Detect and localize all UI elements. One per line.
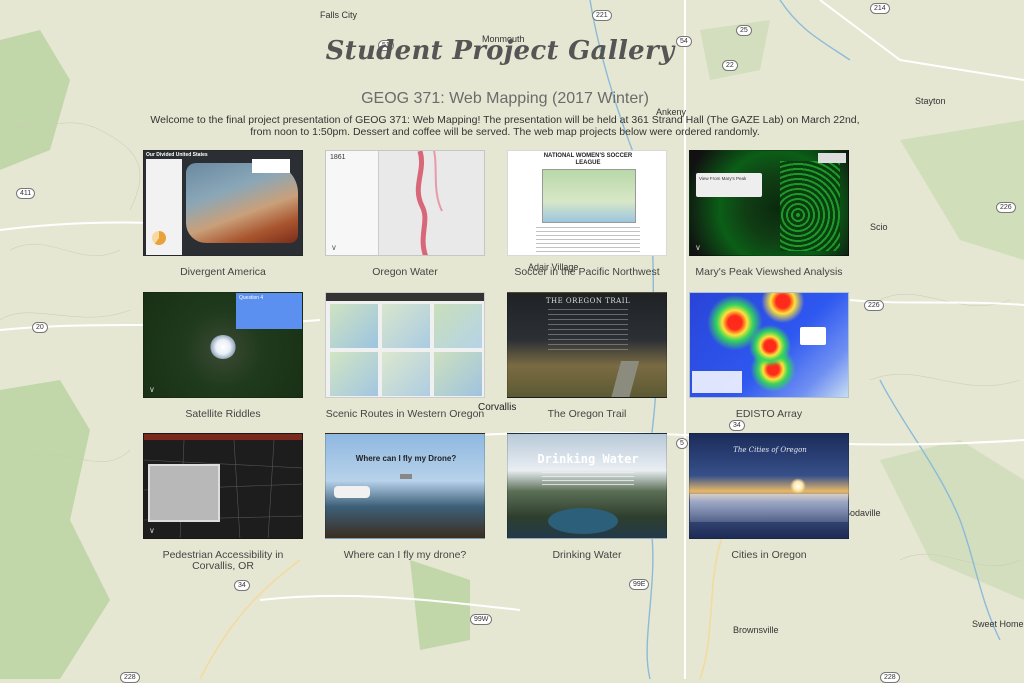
route-shield: 5 bbox=[676, 438, 688, 449]
project-title[interactable]: Satellite Riddles bbox=[143, 409, 303, 420]
thumb-drone bbox=[334, 486, 370, 498]
project-title[interactable]: Where can I fly my drone? bbox=[325, 550, 485, 561]
project-thumbnail[interactable]: Where can I fly my Drone? bbox=[325, 433, 485, 539]
thumb-text-panel bbox=[326, 151, 379, 255]
project-title[interactable]: Pedestrian Accessibility in Corvallis, O… bbox=[143, 550, 303, 572]
route-shield: 34 bbox=[234, 580, 250, 591]
route-shield: 20 bbox=[32, 322, 48, 333]
thumb-heading: Where can I fly my Drone? bbox=[355, 454, 457, 463]
chevron-down-icon[interactable]: ∨ bbox=[695, 243, 701, 252]
chevron-down-icon[interactable]: ∨ bbox=[149, 526, 155, 535]
route-shield: 214 bbox=[870, 3, 890, 14]
thumb-heading: View From Mary's Peak bbox=[699, 176, 747, 181]
thumb-caption-box bbox=[692, 371, 742, 393]
project-thumbnail[interactable]: Our Divided United States bbox=[143, 150, 303, 256]
project-card[interactable]: Scenic Routes in Western Oregon bbox=[325, 292, 485, 420]
route-shield: 228 bbox=[880, 672, 900, 683]
thumb-lake bbox=[548, 508, 618, 534]
map-place-label: Sodaville bbox=[844, 508, 881, 518]
project-thumbnail[interactable]: View From Mary's Peak ∨ bbox=[689, 150, 849, 256]
project-title[interactable]: Scenic Routes in Western Oregon bbox=[325, 409, 485, 420]
thumb-popup bbox=[800, 327, 826, 345]
project-title[interactable]: Oregon Water bbox=[325, 267, 485, 278]
project-thumbnail[interactable] bbox=[689, 292, 849, 398]
project-card[interactable]: Our Divided United States Divergent Amer… bbox=[143, 150, 303, 278]
thumb-button bbox=[400, 474, 412, 479]
thumb-viewshed bbox=[780, 161, 840, 251]
project-thumbnail[interactable]: NATIONAL WOMEN'S SOCCER LEAGUE bbox=[507, 150, 667, 256]
project-thumbnail[interactable]: 1861 ∨ bbox=[325, 150, 485, 256]
thumb-topbar bbox=[326, 293, 484, 301]
route-shield: 34 bbox=[729, 420, 745, 431]
project-card[interactable]: THE OREGON TRAIL The Oregon Trail bbox=[507, 292, 667, 420]
project-title[interactable]: EDISTO Array bbox=[689, 409, 849, 420]
project-title[interactable]: Soccer in the Pacific Northwest bbox=[507, 267, 667, 278]
project-title[interactable]: Drinking Water bbox=[507, 550, 667, 561]
project-card[interactable]: View From Mary's Peak ∨ Mary's Peak View… bbox=[689, 150, 849, 278]
thumb-inset-map bbox=[148, 464, 220, 522]
thumb-text-lines bbox=[542, 468, 634, 488]
thumb-heading: 1861 bbox=[330, 154, 346, 161]
thumb-trail-road bbox=[610, 361, 640, 397]
chevron-down-icon[interactable]: ∨ bbox=[331, 243, 337, 252]
project-card[interactable]: EDISTO Array bbox=[689, 292, 849, 420]
project-thumbnail[interactable]: The Cities of Oregon bbox=[689, 433, 849, 539]
route-shield: 226 bbox=[864, 300, 884, 311]
route-shield: 99W bbox=[470, 614, 493, 625]
thumb-text-lines bbox=[548, 309, 628, 353]
project-card[interactable]: Drinking Water Drinking Water bbox=[507, 433, 667, 561]
route-shield: 221 bbox=[592, 10, 612, 21]
thumb-text-lines bbox=[536, 227, 640, 253]
project-card[interactable]: NATIONAL WOMEN'S SOCCER LEAGUE Soccer in… bbox=[507, 150, 667, 278]
route-shield: 411 bbox=[16, 188, 36, 199]
thumb-legend bbox=[818, 153, 846, 163]
project-card[interactable]: ∨ Pedestrian Accessibility in Corvallis,… bbox=[143, 433, 303, 572]
project-card[interactable]: The Cities of Oregon Cities in Oregon bbox=[689, 433, 849, 561]
project-card[interactable]: Where can I fly my Drone? Where can I fl… bbox=[325, 433, 485, 561]
thumb-fog bbox=[690, 494, 848, 522]
thumb-heading: THE OREGON TRAIL bbox=[545, 297, 631, 305]
project-thumbnail[interactable]: Question 4 ∨ bbox=[143, 292, 303, 398]
route-shield: 99E bbox=[629, 579, 650, 590]
page-title: Student Project Gallery bbox=[325, 36, 675, 66]
map-place-label: Falls City bbox=[320, 10, 358, 20]
thumb-river-map bbox=[415, 151, 443, 255]
thumb-sun bbox=[790, 478, 806, 494]
project-title[interactable]: Cities in Oregon bbox=[689, 550, 849, 561]
map-place-label: Brownsville bbox=[733, 625, 779, 635]
project-thumbnail[interactable]: Drinking Water bbox=[507, 433, 667, 539]
thumb-heading: The Cities of Oregon bbox=[733, 446, 807, 454]
thumb-snow-peak bbox=[210, 335, 236, 359]
thumb-heading: Question 4 bbox=[239, 295, 264, 301]
project-card[interactable]: 1861 ∨ Oregon Water bbox=[325, 150, 485, 278]
map-place-label: Scio bbox=[870, 222, 888, 232]
thumb-heading: NATIONAL WOMEN'S SOCCER LEAGUE bbox=[543, 153, 633, 166]
route-shield: 228 bbox=[120, 672, 140, 683]
project-thumbnail[interactable]: THE OREGON TRAIL bbox=[507, 292, 667, 398]
thumb-us-map bbox=[186, 163, 298, 243]
intro-paragraph: Welcome to the final project presentatio… bbox=[150, 114, 860, 138]
thumb-heading: Our Divided United States bbox=[146, 152, 208, 158]
map-place-label: Sweet Home bbox=[972, 619, 1024, 629]
thumb-pie-chart bbox=[152, 231, 166, 245]
thumb-legend bbox=[252, 159, 290, 173]
thumb-us-map bbox=[542, 169, 636, 223]
project-title[interactable]: Mary's Peak Viewshed Analysis bbox=[689, 267, 849, 278]
route-shield: 25 bbox=[736, 25, 752, 36]
project-title[interactable]: Divergent America bbox=[143, 267, 303, 278]
project-card[interactable]: Question 4 ∨ Satellite Riddles bbox=[143, 292, 303, 420]
thumb-map-grid bbox=[330, 304, 482, 396]
chevron-down-icon[interactable]: ∨ bbox=[149, 385, 155, 394]
project-title[interactable]: The Oregon Trail bbox=[507, 409, 667, 420]
course-subtitle: GEOG 371: Web Mapping (2017 Winter) bbox=[361, 90, 649, 107]
project-thumbnail[interactable]: ∨ bbox=[143, 433, 303, 539]
thumb-heading: Drinking Water bbox=[537, 452, 639, 466]
project-thumbnail[interactable] bbox=[325, 292, 485, 398]
route-shield: 226 bbox=[996, 202, 1016, 213]
